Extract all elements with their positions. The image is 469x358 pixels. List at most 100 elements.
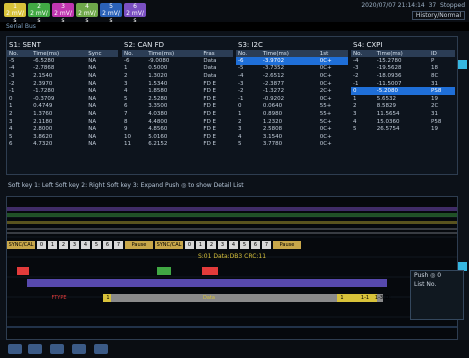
table-row[interactable]: 3 2.5808 0C+: [236, 125, 348, 133]
table-cell: 0C+: [319, 133, 332, 140]
table-row[interactable]: 1 0.5000 Data: [122, 65, 233, 73]
decode-segment: 7: [114, 241, 123, 249]
table-row[interactable]: 1 5.6532 19: [351, 95, 455, 103]
bottom-icon-1[interactable]: [8, 344, 22, 354]
table-row[interactable]: -4 -2.6512 0C+: [236, 72, 348, 80]
table-row[interactable]: -2 -18.0936 8C: [351, 72, 455, 80]
table-row[interactable]: 3 1.5340 FD E: [122, 80, 233, 88]
table-cell: 2: [124, 72, 128, 79]
table-cell: -4: [9, 65, 15, 72]
table-cell: 0.0640: [262, 103, 283, 110]
decode-segment: FTYPE: [51, 295, 67, 301]
table-row[interactable]: 11 6.2152 FD E: [122, 141, 233, 149]
table-row[interactable]: 2 8.5829 2C: [351, 103, 455, 111]
table-cell: 9: [124, 126, 128, 133]
table-row[interactable]: 2 1.3760 NA: [7, 110, 118, 118]
table-cell: 55+: [319, 110, 332, 117]
table-row[interactable]: -1 -0.9202 0C+: [236, 95, 348, 103]
table-cell: 2C+: [319, 88, 332, 95]
bottom-icon-5[interactable]: [94, 344, 108, 354]
table-row[interactable]: 3 2.1180 NA: [7, 118, 118, 126]
bus-list-table: No. Time(ms) 1st -6 -3.9702 0C+ -5 -3.7352 0C+ -4…: [236, 50, 348, 148]
channel-5-indicator[interactable]: 52 mV/ s: [100, 3, 122, 24]
table-row[interactable]: 9 4.8560 FD E: [122, 125, 233, 133]
channel-3-indicator[interactable]: 32 mV/ s: [52, 3, 74, 24]
table-row[interactable]: -2 2.3970 NA: [7, 80, 118, 88]
table-cell: -18.0936: [376, 72, 402, 79]
table-row[interactable]: 5 3.8620 NA: [7, 133, 118, 141]
table-row[interactable]: 6 4.7320 NA: [7, 141, 118, 149]
table-cell: -3.9702: [260, 57, 318, 65]
table-cell: P: [431, 57, 435, 64]
table-row[interactable]: -4 -2.7868 NA: [7, 65, 118, 73]
table-cell: -6: [124, 57, 130, 64]
table-row[interactable]: 0 -0.3709 NA: [7, 95, 118, 103]
table-row[interactable]: 5 3.7780 0C+: [236, 141, 348, 149]
bus-list-panel-2[interactable]: S2: CAN FD No. Time(ms) Fras -6 -9.0080 Data 1 0…: [122, 41, 233, 173]
table-row[interactable]: -2 -1.3272 2C+: [236, 87, 348, 95]
table-cell: 5: [124, 95, 128, 102]
table-cell: 5: [238, 141, 242, 148]
table-cell: 0C+: [319, 72, 332, 79]
table-row[interactable]: -1 -11.5007 31: [351, 80, 455, 88]
list-scroll-marker[interactable]: [458, 60, 467, 69]
stop-status: Stopped: [440, 2, 465, 9]
bus-list-panel-1[interactable]: S1: SENT No. Time(ms) Sync -5 -6.5280 NA -4 -2.7…: [7, 41, 118, 173]
table-row[interactable]: -3 2.1540 NA: [7, 72, 118, 80]
table-row[interactable]: 6 3.3500 FD E: [122, 103, 233, 111]
table-row[interactable]: 4 3.1540 0C+: [236, 133, 348, 141]
bottom-icon-4[interactable]: [72, 344, 86, 354]
table-row[interactable]: 0 -5.2080 PS8: [351, 87, 455, 95]
table-cell: FD E: [203, 80, 217, 87]
table-row[interactable]: 5 2.5280 FD E: [122, 95, 233, 103]
table-cell: 19: [431, 95, 439, 102]
table-row[interactable]: -1 -1.7280 NA: [7, 87, 118, 95]
table-cell: 6.2152: [148, 141, 168, 148]
table-cell: -1.7280: [33, 88, 55, 95]
table-row[interactable]: -3 -19.5628 18: [351, 65, 455, 73]
table-row[interactable]: 4 1.8580 FD E: [122, 87, 233, 95]
table-cell: -6.5280: [33, 57, 55, 64]
table-cell: 8: [124, 118, 128, 125]
table-cell: -2: [9, 80, 15, 87]
table-row[interactable]: -5 -6.5280 NA: [7, 57, 118, 65]
table-row[interactable]: 1 0.4749 NA: [7, 103, 118, 111]
table-cell: 1: [238, 110, 242, 117]
table-cell: 0C+: [319, 95, 332, 102]
table-row[interactable]: -4 -15.2780 P: [351, 57, 455, 65]
table-row[interactable]: 5 26.5754 19: [351, 125, 455, 133]
table-cell: 1: [9, 103, 13, 110]
table-cell: 4.4800: [148, 118, 168, 125]
table-cell: -1: [9, 88, 15, 95]
table-row[interactable]: -6 -3.9702 0C+: [236, 57, 348, 65]
table-row[interactable]: 2 1.2320 5C+: [236, 118, 348, 126]
table-row[interactable]: 8 4.4800 FD E: [122, 118, 233, 126]
table-row[interactable]: 3 11.5654 31: [351, 110, 455, 118]
table-cell: -3: [238, 80, 244, 87]
bottom-icon-2[interactable]: [28, 344, 42, 354]
panel-title: S4: CXPI: [353, 41, 383, 49]
column-header: Fras: [201, 50, 233, 57]
channel-2-indicator[interactable]: 22 mV/ s: [28, 3, 50, 24]
history-normal-button[interactable]: History/Normal: [411, 11, 465, 20]
table-row[interactable]: -6 -9.0080 Data: [122, 57, 233, 65]
bottom-icon-3[interactable]: [50, 344, 64, 354]
decode-segment: 6: [103, 241, 112, 249]
channel-1-indicator[interactable]: 12 mV/ s: [4, 3, 26, 24]
table-row[interactable]: -3 -2.3877 0C+: [236, 80, 348, 88]
table-row[interactable]: 10 5.0160 FD E: [122, 133, 233, 141]
column-header: No.: [7, 50, 32, 57]
channel-6-indicator[interactable]: 62 mV/ s: [124, 3, 146, 24]
table-row[interactable]: 1 0.8980 55+: [236, 110, 348, 118]
bus-list-panel-3[interactable]: S3: I2C No. Time(ms) 1st -6 -3.9702 0C+ -5 -3.73…: [236, 41, 348, 173]
channel-4-indicator[interactable]: 42 mV/ s: [76, 3, 98, 24]
decode-segment: Pause: [125, 241, 153, 249]
decode-segment: 2: [59, 241, 68, 249]
table-row[interactable]: -5 -3.7352 0C+: [236, 65, 348, 73]
table-row[interactable]: 7 4.0380 FD E: [122, 110, 233, 118]
table-row[interactable]: 4 2.8000 NA: [7, 125, 118, 133]
bus-list-panel-4[interactable]: S4: CXPI No. Time(ms) ID -4 -15.2780 P -3 -19.56…: [351, 41, 455, 173]
table-row[interactable]: 4 15.0360 P58: [351, 118, 455, 126]
table-row[interactable]: 2 1.3020 Data: [122, 72, 233, 80]
table-row[interactable]: 0 0.0640 55+: [236, 103, 348, 111]
